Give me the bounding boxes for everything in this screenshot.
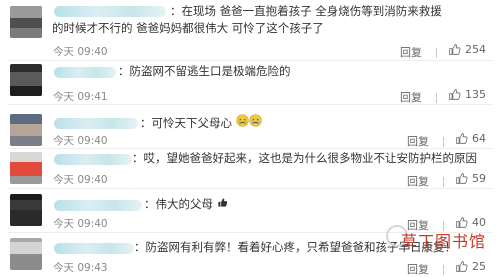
- like-button[interactable]: 25: [455, 260, 486, 273]
- divider: [435, 93, 437, 103]
- like-count: 25: [472, 260, 486, 273]
- like-button[interactable]: 59: [455, 172, 486, 185]
- comment-actions: 回复 25: [407, 260, 486, 277]
- crying-face-emoji: [236, 114, 249, 129]
- comment-actions: 回复 135: [400, 88, 486, 105]
- reply-button[interactable]: 回复: [400, 89, 422, 105]
- row-divider: [8, 60, 492, 61]
- like-count: 64: [472, 132, 486, 145]
- comment-item: ：哎，望她爸爸好起来，这也是为什么很多物业不让安防护栏的原因 今天 09:40 …: [0, 150, 500, 190]
- like-count: 254: [465, 43, 486, 56]
- comment-actions: 回复 59: [407, 172, 486, 189]
- avatar[interactable]: [10, 6, 42, 38]
- reply-button[interactable]: 回复: [407, 173, 429, 189]
- avatar[interactable]: [10, 152, 42, 184]
- blurred-username[interactable]: [54, 154, 132, 165]
- comment-actions: 回复 254: [400, 43, 486, 60]
- thumbs-up-icon: [456, 173, 468, 184]
- comment-list: ：在现场 爸爸一直抱着孩子 全身烧伤等到消防来救援的时候才不行的 爸爸妈妈都很伟…: [0, 0, 500, 276]
- thumbs-up-icon: [449, 44, 461, 55]
- comment-item: ：可怜天下父母心 今天 09:40 回复 64: [0, 106, 500, 149]
- comment-time: 今天 09:40: [53, 174, 108, 186]
- row-divider: [8, 188, 492, 189]
- comment-text: ：伟大的父母: [144, 196, 228, 213]
- like-button[interactable]: 254: [448, 43, 486, 56]
- like-button[interactable]: 135: [448, 88, 486, 101]
- avatar[interactable]: [10, 194, 42, 226]
- comment-text: ：在现场 爸爸一直抱着孩子 全身烧伤等到消防来救援的时候才不行的 爸爸妈妈都很伟…: [52, 4, 442, 35]
- divider: [435, 48, 437, 58]
- divider: [442, 177, 444, 187]
- thumbs-up-icon: [449, 89, 461, 100]
- comment-text: ：哎，望她爸爸好起来，这也是为什么很多物业不让安防护栏的原因: [132, 151, 477, 165]
- like-count: 135: [465, 88, 486, 101]
- comment-time: 今天 09:40: [53, 218, 108, 230]
- comment-item: ：在现场 爸爸一直抱着孩子 全身烧伤等到消防来救援的时候才不行的 爸爸妈妈都很伟…: [0, 0, 500, 59]
- blurred-username[interactable]: [54, 200, 142, 211]
- avatar[interactable]: [10, 238, 42, 270]
- comment-actions: 回复 64: [407, 132, 486, 149]
- comment-time: 今天 09:40: [53, 135, 108, 147]
- divider: [442, 137, 444, 147]
- comment-item: ：防盗网不留逃生口是极端危险的 今天 09:41 回复 135: [0, 62, 500, 105]
- crying-face-emoji: [249, 114, 262, 129]
- comment-text-content: ：可怜天下父母心: [140, 116, 232, 130]
- thumbs-up-icon: [456, 261, 468, 272]
- blurred-username[interactable]: [54, 243, 134, 254]
- like-count: 59: [472, 172, 486, 185]
- comment-time: 今天 09:40: [53, 46, 108, 58]
- row-divider: [8, 104, 492, 105]
- comment-text: ：防盗网不留逃生口是极端危险的: [118, 64, 291, 78]
- like-button[interactable]: 64: [455, 132, 486, 145]
- reply-button[interactable]: 回复: [400, 44, 422, 60]
- reply-button[interactable]: 回复: [407, 133, 429, 149]
- comment-item: ：伟大的父母 今天 09:40 回复 40: [0, 190, 500, 232]
- reply-button[interactable]: 回复: [407, 261, 429, 277]
- blurred-username[interactable]: [54, 67, 116, 78]
- comment-time: 今天 09:41: [53, 91, 108, 103]
- divider: [442, 265, 444, 275]
- comment-text-content: ：伟大的父母: [144, 197, 213, 211]
- thumbs-up-icon: [456, 133, 468, 144]
- comment-text: ：可怜天下父母心: [140, 114, 262, 132]
- thumbs-up-emoji: [217, 197, 228, 210]
- avatar[interactable]: [10, 64, 42, 96]
- row-divider: [8, 148, 492, 149]
- blurred-username[interactable]: [54, 118, 138, 129]
- comment-time: 今天 09:43: [53, 262, 108, 274]
- watermark: 草丁图书馆: [400, 232, 486, 251]
- avatar[interactable]: [10, 114, 42, 146]
